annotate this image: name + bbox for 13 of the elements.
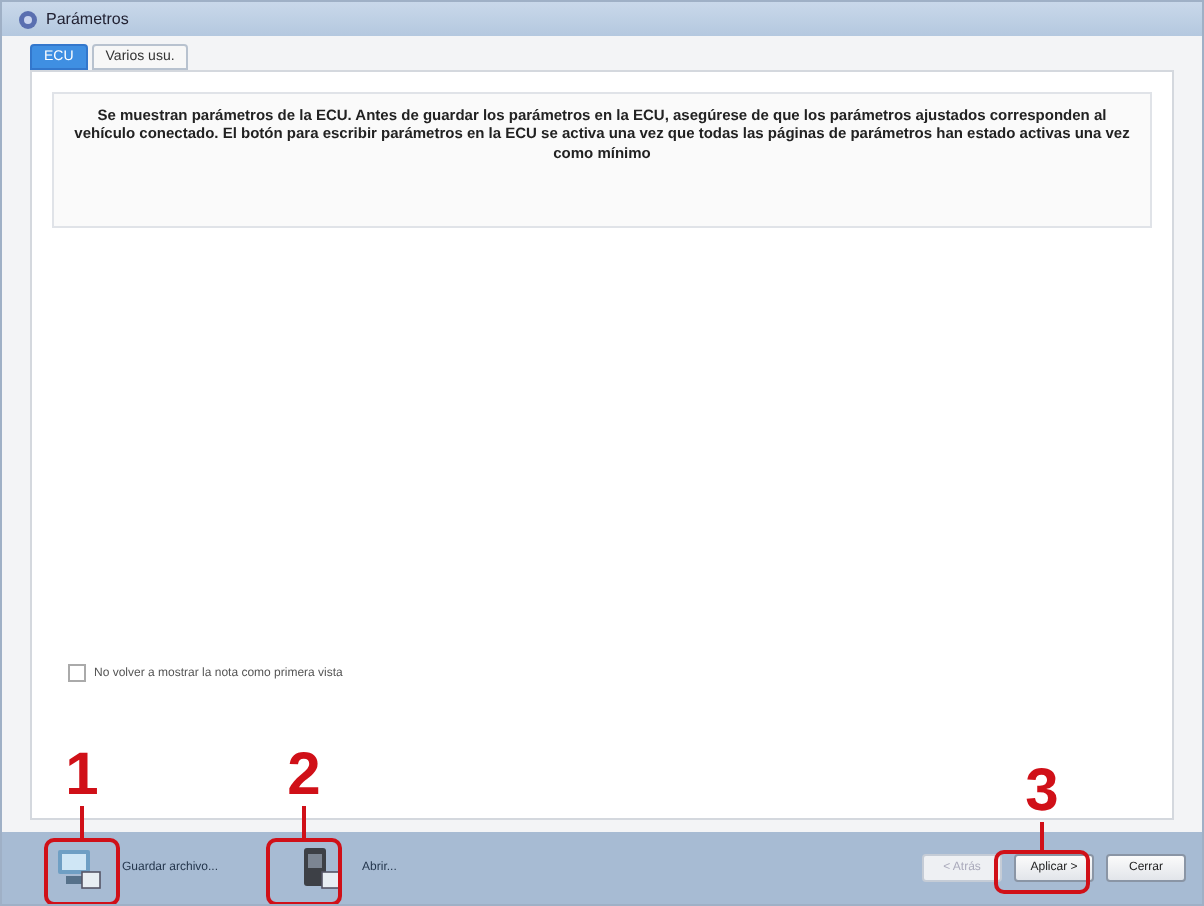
checkbox[interactable] (68, 664, 86, 682)
leader-line (1040, 822, 1044, 850)
highlight-frame (44, 838, 120, 904)
highlight-frame (266, 838, 342, 904)
highlight-frame (994, 850, 1090, 894)
leader-line (80, 806, 84, 838)
callout-number: 1 (65, 746, 99, 806)
callout-number: 3 (1025, 762, 1059, 822)
app-icon (18, 9, 38, 29)
callout-number: 2 (287, 746, 321, 806)
computer-icon (54, 844, 102, 892)
window-title: Parámetros (46, 10, 129, 28)
leader-line (302, 806, 306, 838)
